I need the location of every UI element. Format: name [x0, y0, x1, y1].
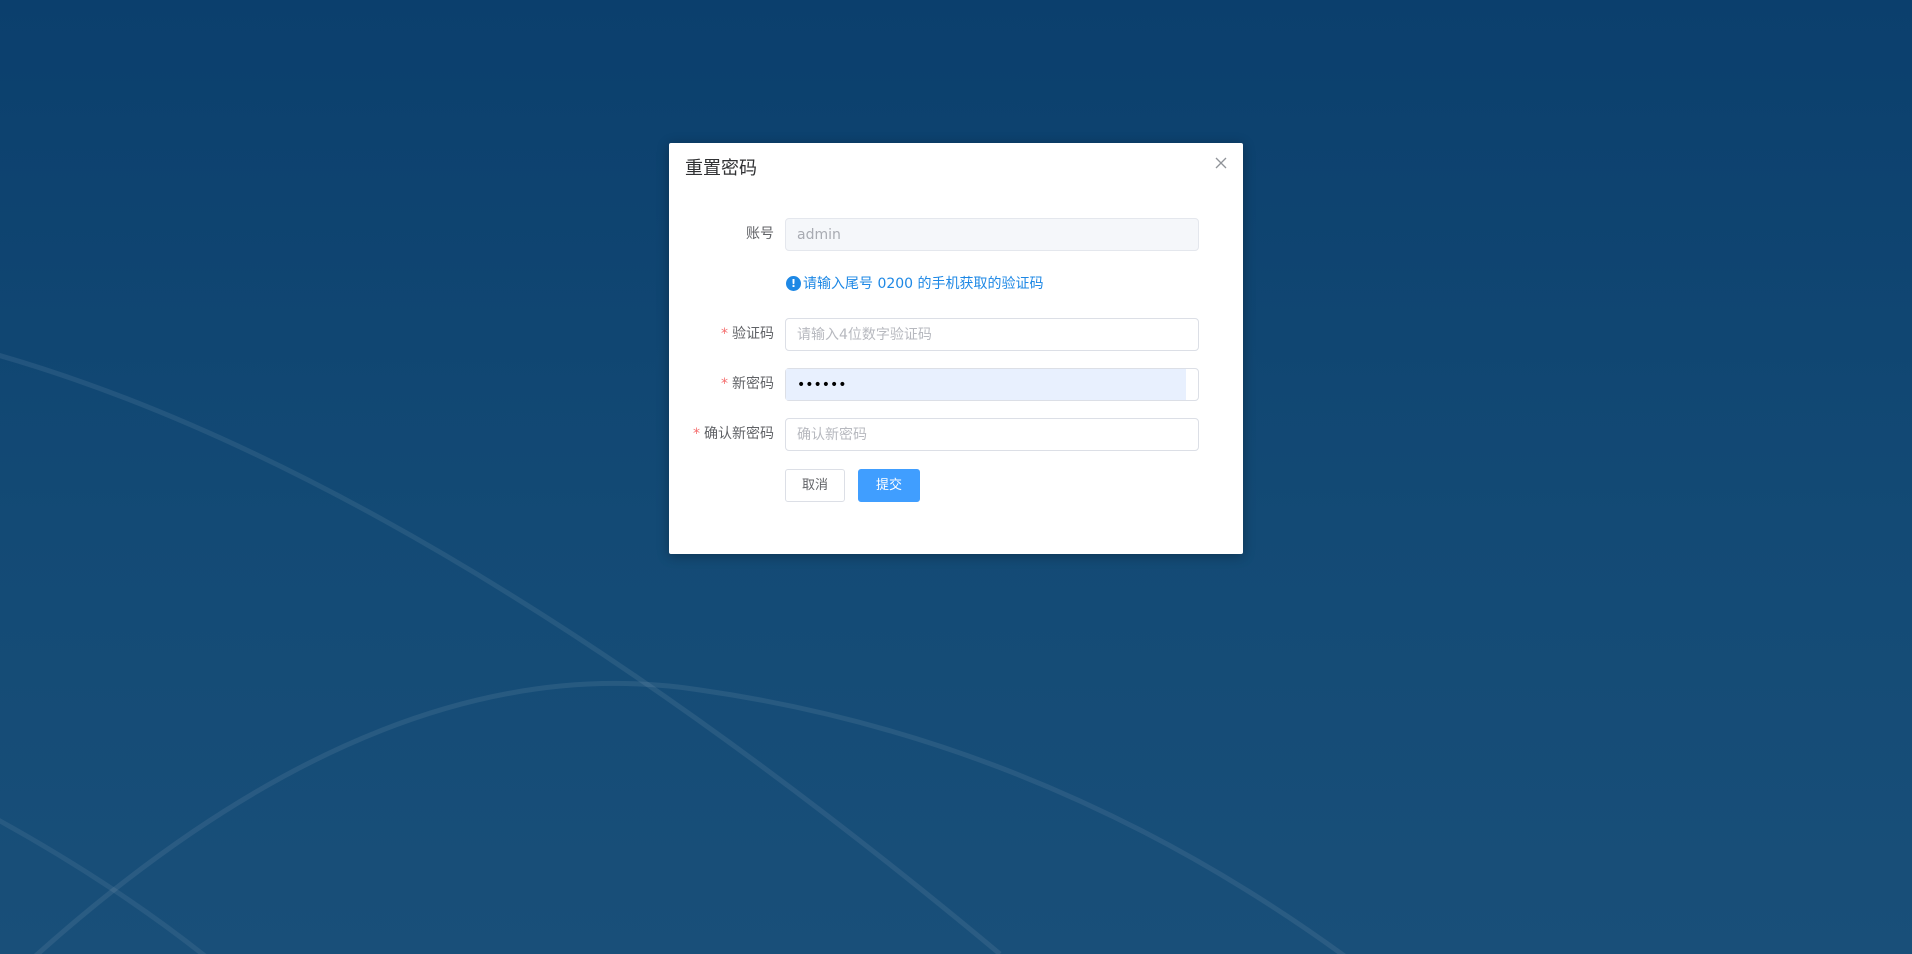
required-mark: * — [721, 326, 728, 342]
info-icon: ! — [786, 276, 801, 291]
confirm-password-row: * 确认新密码 — [669, 418, 1243, 451]
close-icon — [1215, 157, 1227, 169]
hint-text: 请输入尾号 0200 的手机获取的验证码 — [803, 276, 1044, 292]
confirm-password-field[interactable] — [785, 418, 1199, 451]
verification-hint: ! 请输入尾号 0200 的手机获取的验证码 — [786, 274, 1044, 294]
code-row: * 验证码 — [669, 318, 1243, 351]
close-button[interactable] — [1213, 155, 1229, 171]
required-mark: * — [721, 376, 728, 392]
new-password-field[interactable] — [785, 368, 1199, 401]
new-password-label: * 新密码 — [721, 376, 774, 392]
account-label: 账号 — [746, 226, 774, 242]
account-input — [786, 219, 1198, 250]
reset-password-dialog: 重置密码 账号 !请输入尾号 0200 的手机获取的验证码 *验证码 *新密码 — [669, 143, 1243, 554]
account-row: 账号 — [669, 218, 1243, 251]
confirm-password-input[interactable] — [786, 419, 1198, 450]
account-field — [785, 218, 1199, 251]
dialog-title: 重置密码 — [685, 158, 757, 179]
button-row: 取消 提交 — [669, 469, 1243, 502]
code-label: * 验证码 — [721, 326, 774, 342]
code-field[interactable] — [785, 318, 1199, 351]
cancel-button[interactable]: 取消 — [785, 469, 845, 502]
new-password-row: * 新密码 — [669, 368, 1243, 401]
submit-button[interactable]: 提交 — [858, 469, 920, 502]
confirm-password-label: * 确认新密码 — [693, 426, 774, 442]
required-mark: * — [693, 426, 700, 442]
verification-code-input[interactable] — [786, 319, 1198, 350]
new-password-input[interactable] — [786, 369, 1186, 400]
